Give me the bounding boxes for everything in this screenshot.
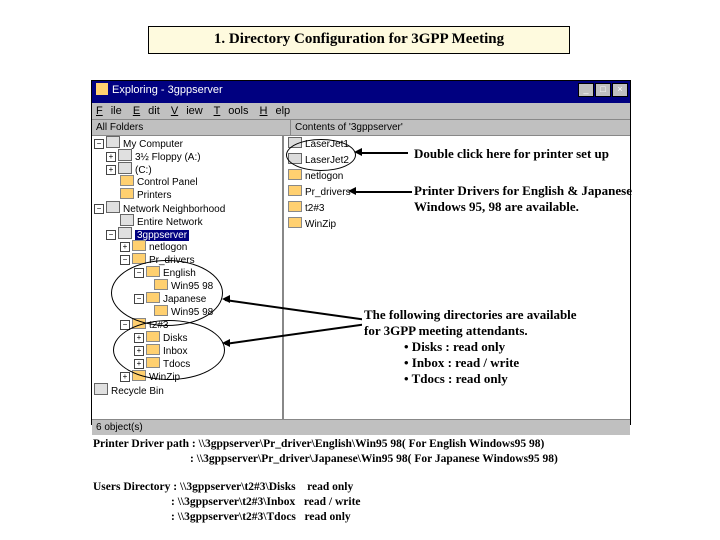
annotation-printer-drivers: Printer Drivers for English & JapaneseWi…: [414, 183, 632, 215]
list-item: WinZip: [284, 216, 630, 232]
annotation-printer-setup: Double click here for printer set up: [414, 146, 609, 162]
app-icon: [96, 83, 108, 95]
server-icon: [118, 227, 132, 239]
maximize-button[interactable]: □: [595, 83, 611, 97]
printer-icon: [288, 153, 302, 164]
folder-icon: [288, 201, 302, 212]
menu-help[interactable]: Help: [260, 105, 291, 117]
arrowhead-icon: [348, 187, 356, 195]
arrowhead-icon: [222, 295, 230, 303]
window-titlebar: Exploring - 3gppserver _ □ ×: [92, 81, 630, 103]
minimize-button[interactable]: _: [578, 83, 594, 97]
folder-icon: [120, 175, 134, 186]
folder-icon: [288, 185, 302, 196]
network-icon: [120, 214, 134, 226]
arrowhead-icon: [222, 339, 230, 347]
folder-icon: [288, 217, 302, 228]
right-header: Contents of '3gppserver': [290, 120, 630, 135]
footer-printer-paths: Printer Driver path : \\3gppserver\Pr_dr…: [93, 437, 558, 467]
recycle-icon: [94, 383, 108, 395]
menu-bar: FFileile Edit View Tools Help: [92, 103, 630, 120]
list-item: netlogon: [284, 168, 630, 184]
annotation-directories: The following directories are available …: [362, 305, 579, 389]
close-button[interactable]: ×: [612, 83, 628, 97]
status-bar: 6 object(s): [92, 419, 630, 435]
arrow: [352, 191, 412, 193]
menu-edit[interactable]: Edit: [133, 105, 160, 117]
computer-icon: [106, 136, 120, 148]
menu-tools[interactable]: Tools: [214, 105, 249, 117]
window-title: Exploring - 3gppserver: [112, 84, 223, 96]
folder-icon: [288, 169, 302, 180]
arrowhead-icon: [354, 148, 362, 156]
tree-pane[interactable]: −My Computer +3½ Floppy (A:) +(C:) Contr…: [92, 136, 284, 419]
drive-icon: [118, 149, 132, 161]
menu-view[interactable]: View: [171, 105, 203, 117]
network-icon: [106, 201, 120, 213]
footer-user-paths: Users Directory : \\3gppserver\t2#3\Disk…: [93, 480, 361, 525]
printer-icon: [288, 137, 302, 148]
page-title: 1. Directory Configuration for 3GPP Meet…: [148, 26, 570, 54]
folder-icon: [120, 188, 134, 199]
arrow: [358, 152, 408, 154]
left-header: All Folders: [92, 120, 290, 135]
drive-icon: [118, 162, 132, 174]
menu-file[interactable]: FFileile: [96, 105, 122, 117]
